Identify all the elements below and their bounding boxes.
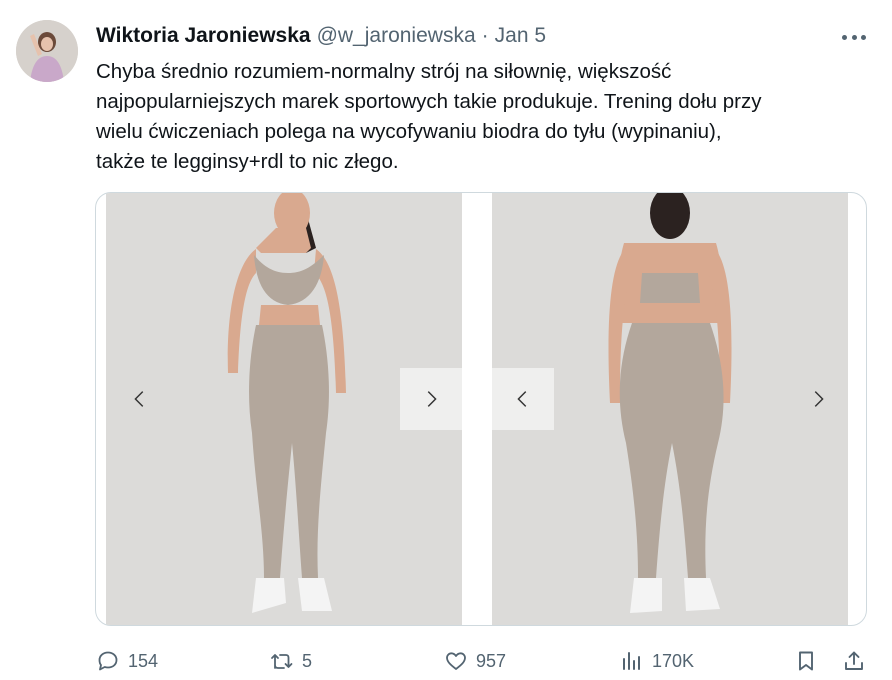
- like-button[interactable]: 957: [444, 645, 506, 677]
- bookmark-button[interactable]: [794, 645, 818, 677]
- analytics-icon: [623, 652, 640, 670]
- display-name[interactable]: Wiktoria Jaroniewska: [96, 24, 311, 48]
- user-handle[interactable]: @w_jaroniewska: [317, 24, 476, 48]
- tweet-date[interactable]: Jan 5: [495, 24, 546, 48]
- share-icon: [845, 651, 863, 670]
- retweet-button[interactable]: 5: [270, 645, 312, 677]
- share-button[interactable]: [842, 645, 866, 677]
- chevron-right-icon[interactable]: [400, 368, 462, 430]
- tweet-text: Chyba średnio rozumiem-normalny strój na…: [96, 60, 762, 173]
- chevron-left-icon[interactable]: [120, 371, 160, 427]
- chevron-left-icon[interactable]: [492, 368, 554, 430]
- bookmark-icon: [799, 651, 813, 671]
- avatar[interactable]: [16, 20, 78, 82]
- separator-dot: ·: [481, 24, 489, 47]
- like-count: 957: [476, 650, 507, 671]
- retweet-count: 5: [302, 650, 313, 671]
- chevron-right-icon[interactable]: [798, 371, 838, 427]
- reply-count: 154: [128, 650, 159, 671]
- action-bar: 154 5 957 170K: [96, 645, 876, 677]
- tweet-header: Wiktoria Jaroniewska @w_jaroniewska · Ja…: [96, 23, 872, 49]
- views-count: 170K: [652, 650, 695, 671]
- reply-button[interactable]: 154: [96, 645, 158, 677]
- heart-icon: [446, 652, 466, 670]
- retweet-icon: [271, 654, 293, 669]
- views-button[interactable]: 170K: [620, 645, 694, 677]
- media-carousel[interactable]: [95, 192, 867, 626]
- reply-icon: [98, 651, 118, 671]
- more-options-icon[interactable]: [842, 27, 866, 47]
